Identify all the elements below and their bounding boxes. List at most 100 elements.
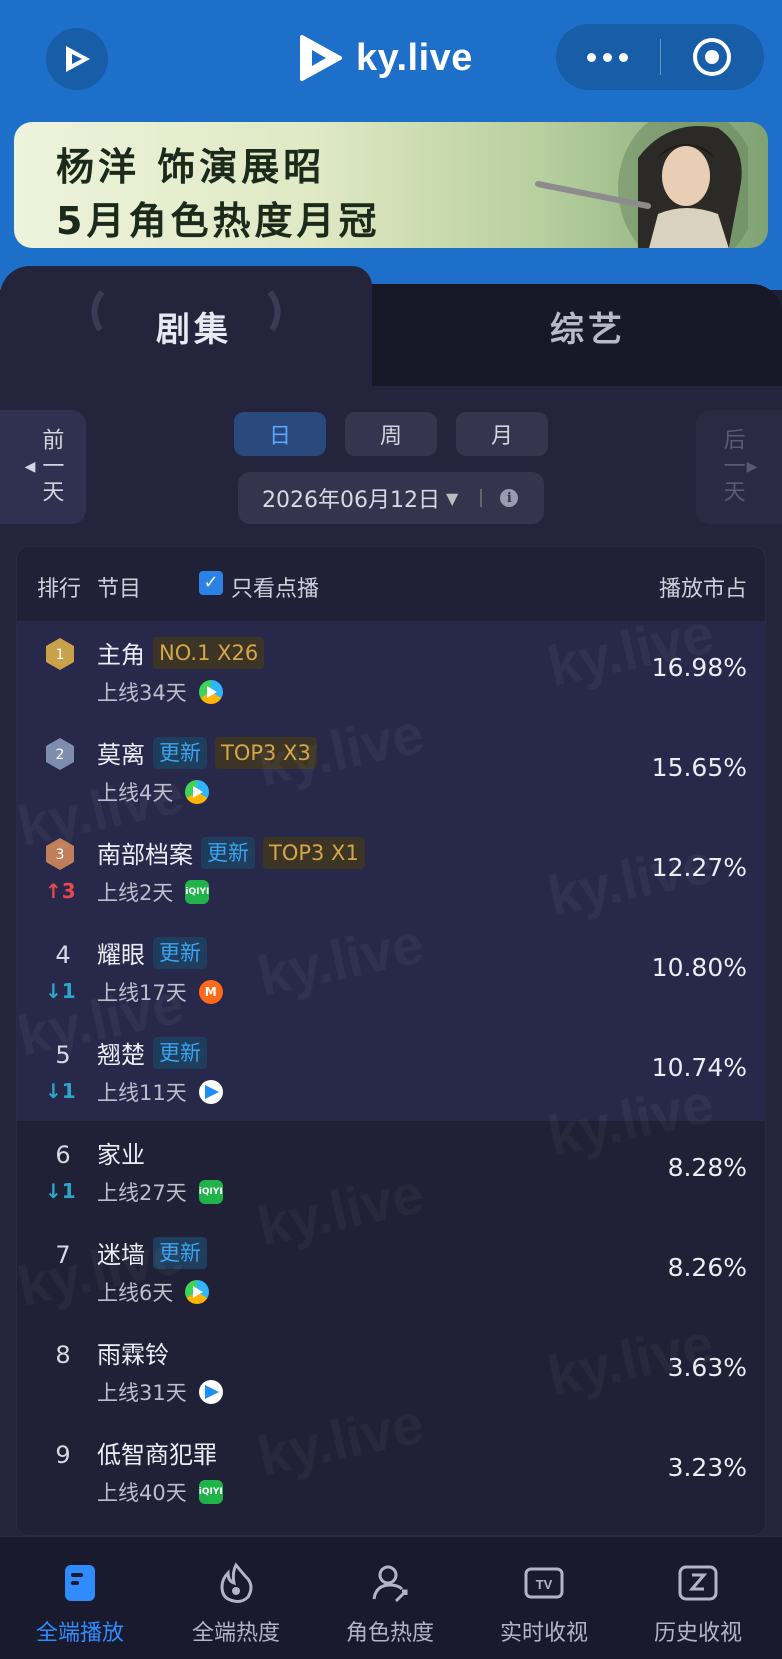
table-row[interactable]: 7 迷墙 更新上线6天 8.26% <box>17 1221 765 1321</box>
program-title: 低智商犯罪 <box>97 1441 217 1469</box>
table-row[interactable]: 9 低智商犯罪上线40天 iQIYI 3.23% <box>17 1421 765 1521</box>
program-title-line: 翘楚 更新 <box>97 1035 207 1070</box>
program-title-line: 家业 <box>97 1135 145 1170</box>
market-share: 15.65% <box>651 753 747 782</box>
tv-icon: TV <box>524 1567 564 1599</box>
period-week-button[interactable]: 周 <box>345 412 437 456</box>
info-icon[interactable]: i <box>500 489 519 507</box>
program-title-line: 莫离 更新 TOP3 X3 <box>97 735 317 770</box>
promo-banner[interactable]: 杨洋 饰演展昭 5月角色热度月冠 <box>14 122 768 248</box>
rank-change: ↓1 <box>45 979 76 1003</box>
brand-name: ky.live <box>356 36 473 79</box>
date-picker[interactable]: 2026年06月12日 ▼ i <box>238 472 544 524</box>
banner-actor-image <box>535 122 748 248</box>
days-online: 上线4天 <box>97 781 174 805</box>
table-row[interactable]: 2 莫离 更新 TOP3 X3 上线4天 15.65% <box>17 721 765 821</box>
checkbox-icon[interactable]: ✓ <box>199 571 223 595</box>
svg-text:TV: TV <box>536 1577 553 1592</box>
arrow-left-icon: ◀ <box>24 459 36 475</box>
market-share: 8.28% <box>667 1153 747 1182</box>
mini-program-capsule <box>556 24 764 90</box>
category-tabs: 剧集 综艺 <box>0 266 782 386</box>
brand-logo-icon <box>300 35 342 81</box>
flame-icon <box>220 1562 253 1603</box>
program-title-line: 南部档案 更新 TOP3 X1 <box>97 835 365 870</box>
table-header: 排行 节目 ✓ 只看点播 播放市占 <box>17 547 765 621</box>
ranking-table: 排行 节目 ✓ 只看点播 播放市占 1 主角 NO.1 X26 上线34天 16.98%… <box>12 546 766 1536</box>
table-row[interactable]: 8 雨霖铃 上线31天 3.63% <box>17 1321 765 1421</box>
update-badge: 更新 <box>153 1236 207 1269</box>
nav-realtime-rating[interactable]: TV 实时收视 <box>466 1537 622 1659</box>
days-online-line: 上线34天 <box>97 677 223 707</box>
mango-platform-icon: M <box>198 980 223 1004</box>
rank-number: 2 <box>56 747 65 763</box>
rank-number: 9 <box>55 1441 71 1469</box>
market-share: 3.23% <box>667 1453 747 1482</box>
youku-platform-icon <box>198 1080 223 1104</box>
iqiyi-platform-icon: iQIYI <box>198 1480 223 1504</box>
table-row[interactable]: 1 主角 NO.1 X26 上线34天 16.98% <box>17 621 765 721</box>
more-button[interactable] <box>556 24 660 90</box>
days-online-line: 上线40天 iQIYI <box>97 1477 223 1507</box>
days-online: 上线6天 <box>97 1281 174 1305</box>
app-logo-button[interactable] <box>46 28 108 90</box>
program-title: 迷墙 <box>97 1241 145 1269</box>
program-title-line: 雨霖铃 <box>97 1335 169 1370</box>
date-value: 2026年06月12日 <box>262 488 440 513</box>
rank-number: 3 <box>56 847 65 863</box>
days-online-line: 上线6天 <box>97 1277 210 1307</box>
program-title: 莫离 <box>97 741 145 769</box>
nav-label: 全端播放 <box>35 1621 124 1646</box>
period-day-button[interactable]: 日 <box>234 412 326 456</box>
top-header: ky.live 杨洋 饰演展昭 5月角色热度月冠 <box>0 0 782 290</box>
nav-role-heat[interactable]: 角色热度 <box>312 1537 468 1659</box>
next-day-button[interactable]: 后一天 ▶ <box>696 410 782 524</box>
nav-label: 全端热度 <box>191 1621 280 1646</box>
rank-change: ↓1 <box>45 1179 76 1203</box>
table-row[interactable]: 6 ↓1 家业 上线27天 iQIYI 8.28% <box>17 1121 765 1221</box>
days-online-line: 上线2天 iQIYI <box>97 877 210 907</box>
rank-medal-icon: 2 <box>46 738 74 770</box>
col-rank-header: 排行 <box>37 577 82 602</box>
rank-number: 7 <box>55 1241 71 1269</box>
record-badge: NO.1 X26 <box>153 636 265 669</box>
next-day-label: 后一天 <box>719 428 745 506</box>
program-title-line: 迷墙 更新 <box>97 1235 207 1270</box>
period-month-button[interactable]: 月 <box>456 412 548 456</box>
days-online: 上线2天 <box>97 881 174 905</box>
tencent-platform-icon <box>185 1280 210 1304</box>
close-miniprogram-button[interactable] <box>661 24 765 90</box>
nav-label: 角色热度 <box>345 1621 434 1646</box>
days-online-line: 上线17天 M <box>97 977 223 1007</box>
rank-number: 5 <box>55 1041 71 1069</box>
market-share: 16.98% <box>651 653 747 682</box>
bottom-nav: 全端播放 全端热度 角色热度 TV 实时收视 历史收视 <box>0 1536 782 1659</box>
rank-medal-icon: 1 <box>46 638 74 670</box>
market-share: 8.26% <box>667 1253 747 1282</box>
caret-down-icon: ▼ <box>445 488 459 508</box>
rank-medal-icon: 3 <box>46 838 74 870</box>
table-row[interactable]: 4 ↓1 耀眼 更新 上线17天 M 10.80% <box>17 921 765 1021</box>
update-badge: 更新 <box>201 836 255 869</box>
tab-drama-label: 剧集 <box>156 310 232 350</box>
col-share-header: 播放市占 <box>658 577 747 602</box>
person-icon <box>372 1565 408 1603</box>
prev-day-button[interactable]: ◀ 前一天 <box>0 410 86 524</box>
market-share: 10.80% <box>651 953 747 982</box>
table-row[interactable]: 5 ↓1 翘楚 更新 上线11天 10.74% <box>17 1021 765 1121</box>
col-program-header: 节目 <box>97 577 142 602</box>
market-share: 3.63% <box>667 1353 747 1382</box>
days-online: 上线27天 <box>97 1181 187 1205</box>
more-dots-icon <box>587 52 629 62</box>
rank-number: 6 <box>55 1141 71 1169</box>
table-row[interactable]: 3 ↑3 南部档案 更新 TOP3 X1 上线2天 iQIYI 12.27% <box>17 821 765 921</box>
program-title: 主角 <box>97 641 145 669</box>
days-online: 上线40天 <box>97 1481 187 1505</box>
market-share: 10.74% <box>651 1053 747 1082</box>
nav-all-heat[interactable]: 全端热度 <box>158 1537 314 1659</box>
filter-vod-label[interactable]: 只看点播 <box>231 571 319 603</box>
program-title-line: 主角 NO.1 X26 <box>97 635 265 670</box>
banner-line2: 5月角色热度月冠 <box>56 199 381 243</box>
nav-history-rating[interactable]: 历史收视 <box>620 1537 776 1659</box>
nav-all-play[interactable]: 全端播放 <box>2 1537 158 1659</box>
